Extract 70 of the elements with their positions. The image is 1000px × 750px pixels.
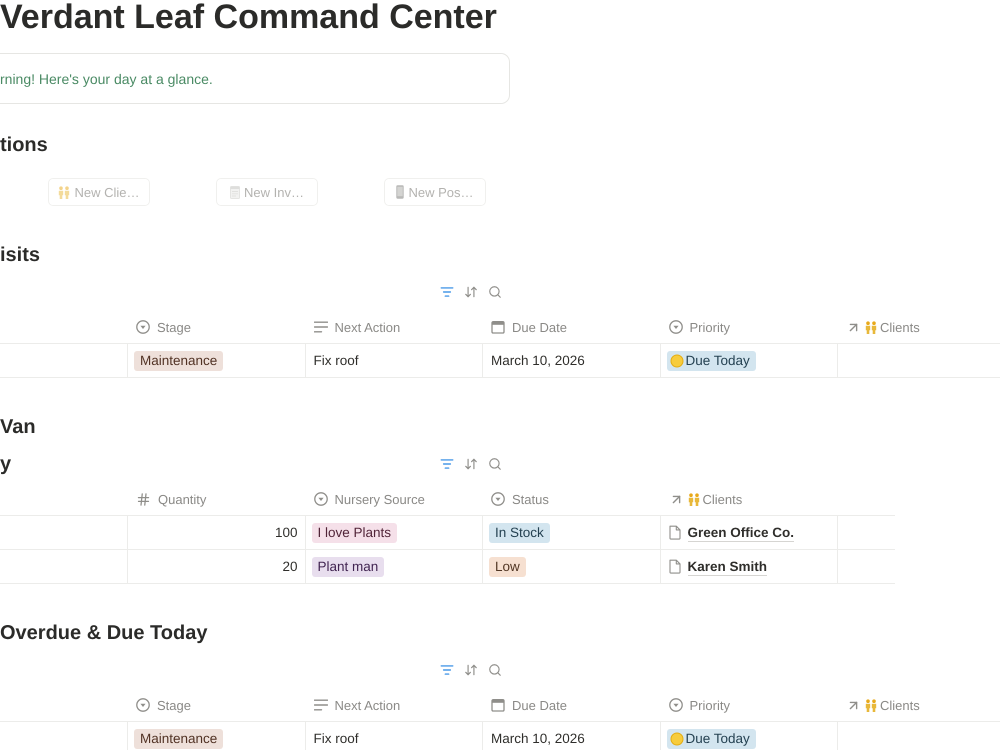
date-value: March 10, 2026 [491,731,585,746]
dot-icon [670,354,684,368]
section-heading: Overdue & Due Today [0,621,208,646]
section-heading: Van [0,415,36,440]
select-option: I love Plants [312,522,398,542]
notepad-icon [230,186,240,198]
hash-icon [136,492,151,506]
circle-caret-icon [668,320,682,334]
section-heading: isits [0,243,40,268]
lines-icon [314,699,328,711]
column-header[interactable]: Priority [690,698,730,712]
select-option: In Stock [489,522,550,542]
select-option: Plant man [312,556,384,576]
option-text: Due Today [686,352,750,370]
column-header[interactable]: Clients [880,320,920,334]
column-header[interactable]: Clients [880,698,920,712]
phone-icon [396,185,404,199]
calendar-icon [491,320,505,334]
section-heading: tions [0,133,48,158]
column-header[interactable]: Due Date [512,698,567,712]
column-header[interactable]: Next Action [334,320,400,334]
select-option: Maintenance [134,350,224,370]
column-header[interactable]: Stage [157,320,191,334]
circle-caret-icon [136,698,150,712]
page-icon [668,525,680,540]
column-header[interactable]: Next Action [334,698,400,712]
column-header[interactable]: Clients [702,492,742,506]
sort-icon[interactable] [464,663,478,677]
number-value: 20 [282,559,298,574]
number-value: 100 [274,525,298,540]
column-header[interactable]: Quantity [158,492,206,506]
column-header[interactable]: Nursery Source [334,492,425,506]
people-icon [58,186,70,198]
column-header[interactable]: Status [512,492,549,506]
text-value: Fix roof [314,353,359,368]
people-icon [865,698,877,712]
table-title: y [0,452,12,476]
filter-icon[interactable] [440,457,454,471]
select-option: Maintenance [134,728,224,748]
option-text: Due Today [686,730,750,748]
page-link[interactable]: Karen Smith [688,558,768,576]
search-icon[interactable] [488,457,502,471]
date-value: March 10, 2026 [491,353,585,368]
callout-text: rning! Here's your day at a glance. [0,70,213,86]
circle-caret-icon [668,698,682,712]
column-header[interactable]: Due Date [512,320,567,334]
people-icon [865,320,877,334]
page-icon [668,559,680,574]
search-icon[interactable] [488,285,502,299]
column-header[interactable]: Stage [157,698,191,712]
sort-icon[interactable] [464,285,478,299]
new-item-button[interactable]: New Pos… [384,178,486,206]
text-value: Fix roof [314,731,359,746]
page-link[interactable]: Green Office Co. [688,524,794,542]
people-icon [688,492,700,506]
circle-caret-icon [491,492,505,506]
filter-icon[interactable] [440,285,454,299]
column-header[interactable]: Priority [690,320,730,334]
sort-icon[interactable] [464,457,478,471]
page-title: Verdant Leaf Command Center [0,0,497,34]
new-item-button[interactable]: New Inv… [216,178,318,206]
calendar-icon [491,698,505,712]
dot-icon [670,732,684,746]
circle-caret-icon [136,320,150,334]
filter-icon[interactable] [440,663,454,677]
new-item-button[interactable]: New Clie… [48,178,150,206]
search-icon[interactable] [488,663,502,677]
circle-caret-icon [314,492,328,506]
select-option: Low [489,556,526,576]
lines-icon [314,321,328,333]
